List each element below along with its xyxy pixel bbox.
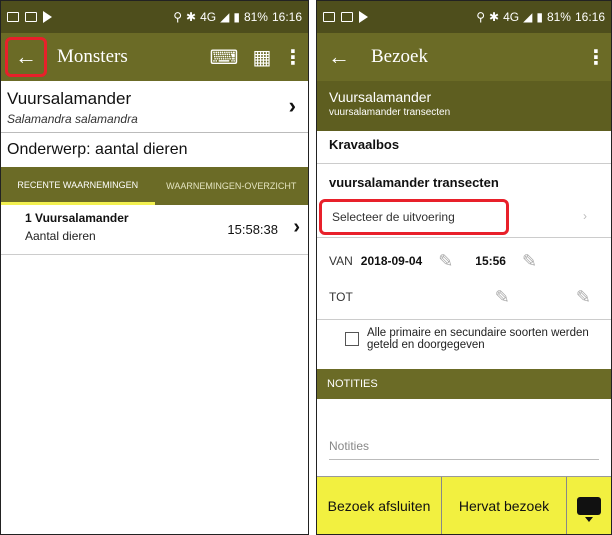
location-icon: ⚲	[476, 10, 486, 24]
list-item[interactable]: 1 Vuursalamander Aantal dieren 15:58:38 …	[1, 208, 308, 250]
edit-time-pencil-icon[interactable]: ✎	[576, 287, 591, 308]
location-name: Kravaalbos	[329, 137, 400, 152]
edit-date-pencil-icon[interactable]: ✎	[438, 251, 453, 272]
keyboard-icon	[577, 496, 601, 522]
clock: 16:16	[574, 10, 605, 24]
location-icon: ⚲	[173, 10, 183, 24]
signal-icon: ◢	[523, 10, 533, 24]
edit-date-pencil-icon[interactable]: ✎	[495, 287, 510, 308]
page-title: Bezoek	[371, 46, 428, 67]
right-screen: ⚲ ✱ 4G ◢ ▮ 81% 16:16 ← Bezoek ⋮ Vuursala…	[316, 0, 612, 535]
page-title: Monsters	[57, 46, 128, 67]
battery-level: 81%	[546, 10, 571, 24]
overflow-menu-icon[interactable]: ⋮	[283, 43, 303, 71]
map-icon[interactable]: ▦	[248, 43, 276, 71]
gallery-icon	[25, 12, 37, 22]
from-time: 15:56	[475, 254, 506, 268]
transect-name: vuursalamander transecten	[329, 175, 499, 190]
species-name: Vuursalamander	[7, 89, 132, 108]
gallery-icon	[341, 12, 353, 22]
battery-level: 81%	[243, 10, 268, 24]
divider	[317, 237, 611, 238]
chevron-right-icon: ›	[583, 209, 587, 223]
app-toolbar: ← Bezoek ⋮	[317, 33, 611, 81]
back-button[interactable]: ←	[317, 35, 361, 79]
close-visit-button[interactable]: Bezoek afsluiten	[317, 477, 442, 534]
notes-field[interactable]: Notities	[329, 439, 599, 460]
signal-icon: ◢	[220, 10, 230, 24]
bluetooth-icon: ✱	[489, 10, 500, 24]
tab-bar: RECENTE WAARNEMINGEN WAARNEMINGEN-OVERZI…	[1, 167, 308, 205]
checkbox-label: Alle primaire en secundaire soorten werd…	[367, 327, 589, 351]
edit-time-pencil-icon[interactable]: ✎	[522, 251, 537, 272]
divider	[317, 163, 611, 164]
to-label: TOT	[329, 290, 353, 304]
status-bar: ⚲ ✱ 4G ◢ ▮ 81% 16:16	[1, 1, 308, 33]
battery-icon: ▮	[536, 10, 543, 24]
subject-label: Onderwerp: aantal dieren	[7, 141, 188, 158]
tab-recent-observations[interactable]: RECENTE WAARNEMINGEN	[1, 167, 155, 205]
flag-icon	[359, 11, 368, 23]
observation-time: 15:58:38	[227, 222, 278, 237]
chevron-right-icon: ›	[288, 93, 296, 118]
divider	[317, 319, 611, 320]
keyboard-button[interactable]	[567, 477, 611, 534]
overflow-menu-icon[interactable]: ⋮	[586, 43, 606, 71]
from-date: 2018-09-04	[360, 254, 423, 268]
tab-observations-overview[interactable]: WAARNEMINGEN-OVERZICHT	[155, 167, 309, 205]
back-button[interactable]: ←	[5, 37, 47, 77]
clock: 16:16	[271, 10, 302, 24]
species-latin-name: Salamandra salamandra	[7, 112, 138, 126]
arrow-left-icon: ←	[15, 44, 37, 69]
app-toolbar: ← Monsters ⌨ ▦ ⋮	[1, 33, 308, 81]
flag-icon	[43, 11, 52, 23]
checkbox[interactable]	[345, 332, 359, 346]
species-row[interactable]: Vuursalamander Salamandra salamandra ›	[1, 83, 308, 133]
battery-icon: ▮	[233, 10, 240, 24]
visit-header: Vuursalamander vuursalamander transecten	[317, 81, 611, 131]
from-label: VAN	[329, 254, 353, 268]
to-row: TOT ✎ ✎	[329, 285, 599, 309]
left-screen: ⚲ ✱ 4G ◢ ▮ 81% 16:16 ← Monsters ⌨ ▦ ⋮ Vu…	[0, 0, 309, 535]
visit-species: Vuursalamander	[329, 89, 432, 105]
divider	[1, 254, 308, 255]
status-bar: ⚲ ✱ 4G ◢ ▮ 81% 16:16	[317, 1, 611, 33]
select-execution-dropdown[interactable]: Selecteer de uitvoering	[319, 199, 509, 235]
from-row: VAN 2018-09-04 ✎ 15:56 ✎	[329, 247, 599, 275]
bottom-action-bar: Bezoek afsluiten Hervat bezoek	[317, 476, 611, 534]
bluetooth-icon: ✱	[186, 10, 197, 24]
species-counted-checkbox-row[interactable]: Alle primaire en secundaire soorten werd…	[345, 327, 607, 351]
keyboard-icon[interactable]: ⌨	[210, 43, 239, 71]
notes-section-header: NOTITIES	[317, 369, 611, 399]
arrow-left-icon: ←	[328, 44, 350, 69]
chevron-right-icon: ›	[293, 216, 300, 238]
visit-protocol: vuursalamander transecten	[329, 107, 451, 118]
network-label: 4G	[503, 10, 520, 24]
image-icon	[7, 12, 19, 22]
resume-visit-button[interactable]: Hervat bezoek	[442, 477, 567, 534]
image-icon	[323, 12, 335, 22]
network-label: 4G	[200, 10, 217, 24]
